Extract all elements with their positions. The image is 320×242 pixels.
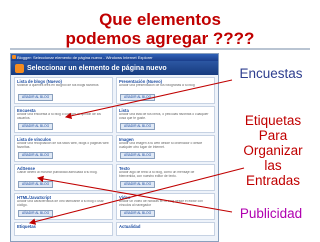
arrow-to-encuesta xyxy=(64,79,233,120)
label-etiquetas-line: las xyxy=(264,158,282,173)
label-etiquetas-line: Organizar xyxy=(243,143,303,158)
label-publicidad: Publicidad xyxy=(239,206,303,221)
label-etiquetas-line: Etiquetas xyxy=(244,113,302,128)
label-encuestas: Encuestas xyxy=(239,66,303,81)
arrow-to-adsense xyxy=(36,175,233,213)
label-etiquetas: Etiquetas Para Organizar las Entradas xyxy=(232,113,314,188)
label-etiquetas-line: Para xyxy=(258,128,288,143)
label-etiquetas-line: Entradas xyxy=(245,173,301,188)
